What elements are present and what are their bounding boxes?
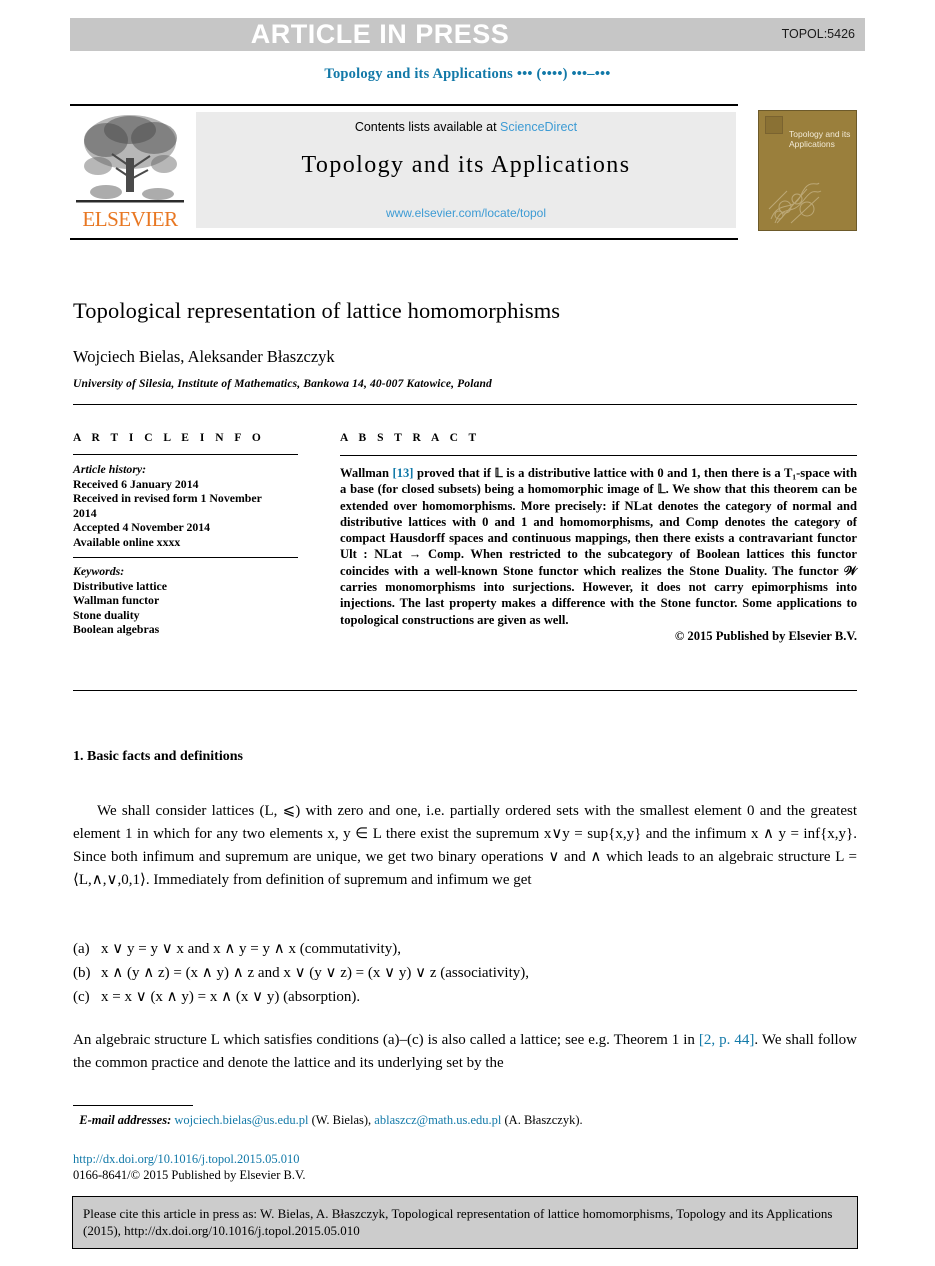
list-item-text: x ∧ (y ∧ z) = (x ∧ y) ∧ z and x ∨ (y ∨ z… [101, 965, 529, 981]
keyword-item: Boolean algebras [73, 622, 160, 637]
body-paragraph-2: An algebraic structure L which satisfies… [73, 1029, 857, 1075]
abstract-text: Wallman [13] proved that if 𝕃 is a distr… [340, 465, 857, 628]
abstract-heading: A B S T R A C T [340, 432, 481, 444]
manuscript-code: TOPOL:5426 [781, 27, 855, 41]
article-info-rule [73, 454, 298, 455]
abstract-bottom-rule [73, 690, 857, 691]
abstract-text-before-ref: Wallman [340, 466, 393, 480]
keyword-item: Distributive lattice [73, 579, 168, 594]
author-list: Wojciech Bielas, Aleksander Błaszczyk [73, 347, 335, 366]
email-link-1[interactable]: wojciech.bielas@us.edu.pl [174, 1113, 308, 1127]
journal-running-head: Topology and its Applications ••• (••••)… [324, 66, 611, 82]
list-item: (c) x = x ∨ (x ∧ y) = x ∧ (x ∨ y) (absorp… [73, 985, 857, 1009]
journal-masthead: Contents lists available at ScienceDirec… [196, 112, 736, 228]
affiliation: University of Silesia, Institute of Math… [73, 378, 492, 390]
email-owner-1: (W. Bielas), [308, 1113, 375, 1127]
list-item-text: x = x ∨ (x ∧ y) = x ∧ (x ∨ y) (absorptio… [101, 989, 361, 1005]
body-citation-link[interactable]: [2, p. 44] [699, 1032, 755, 1048]
abstract-column: A B S T R A C T Wallman [13] proved that… [340, 432, 857, 644]
masthead-bottom-rule [70, 238, 738, 240]
list-item: (b) x ∧ (y ∧ z) = (x ∧ y) ∧ z and x ∨ (y … [73, 961, 857, 985]
list-item-label: (a) [73, 941, 90, 957]
cover-artwork [768, 182, 822, 224]
journal-title: Topology and its Applications [301, 152, 631, 178]
article-history-item: Available online xxxx [73, 534, 181, 549]
email-link-2[interactable]: ablaszcz@math.us.edu.pl [374, 1113, 501, 1127]
keyword-item: Stone duality [73, 607, 140, 622]
page-title: Topological representation of lattice ho… [73, 298, 561, 323]
article-info-heading: A R T I C L E I N F O [73, 432, 265, 444]
footnote-emails: E-mail addresses: wojciech.bielas@us.edu… [73, 1113, 857, 1128]
masthead-top-rule [70, 104, 738, 106]
email-addresses-label: E-mail addresses: [79, 1113, 172, 1127]
contents-prefix: Contents lists available at [354, 120, 501, 134]
footnote-rule [73, 1105, 193, 1106]
body-paragraph-1: We shall consider lattices (L, ⩽) with z… [73, 800, 857, 892]
abstract-text-after-ref: proved that if 𝕃 is a distributive latti… [340, 466, 857, 627]
cite-this-article-box: Please cite this article in press as: W.… [72, 1196, 858, 1249]
keyword-item: Wallman functor [73, 593, 160, 608]
cover-journal-title: Topology and its Applications [789, 129, 851, 149]
journal-url-link[interactable]: www.elsevier.com/locate/topol [196, 206, 736, 220]
list-item-label: (c) [73, 989, 90, 1005]
doi-link[interactable]: http://dx.doi.org/10.1016/j.topol.2015.0… [73, 1152, 300, 1167]
journal-cover-thumbnail: Topology and its Applications [758, 110, 857, 231]
article-in-press-label: ARTICLE IN PRESS [250, 19, 510, 49]
abstract-rule [340, 455, 857, 456]
section-heading: 1. Basic facts and definitions [73, 749, 243, 764]
issn-copyright-line: 0166-8641/© 2015 Published by Elsevier B… [73, 1168, 306, 1182]
abstract-copyright: © 2015 Published by Elsevier B.V. [674, 628, 857, 643]
body-paragraph-2-before: An algebraic structure L which satisfies… [73, 1032, 699, 1048]
elsevier-logo: ELSEVIER [76, 110, 184, 230]
cover-elsevier-mark-icon [765, 116, 783, 134]
keywords-label: Keywords: [73, 564, 125, 579]
article-info-column: A R T I C L E I N F O Article history: R… [73, 432, 298, 637]
article-in-press-banner: ARTICLE IN PRESS TOPOL:5426 [70, 18, 865, 51]
elsevier-tree-icon [76, 115, 184, 203]
paper-page: ARTICLE IN PRESS TOPOL:5426 Topology and… [0, 0, 935, 1266]
list-item-label: (b) [73, 965, 91, 981]
list-item-text: x ∨ y = y ∨ x and x ∧ y = y ∧ x (commuta… [101, 941, 401, 957]
contents-available-line: Contents lists available at ScienceDirec… [196, 120, 736, 134]
article-history-label: Article history: [73, 462, 147, 476]
article-history-item: Received 6 January 2014 [73, 477, 199, 491]
article-history-item: Accepted 4 November 2014 [73, 520, 211, 535]
sciencedirect-link[interactable]: ScienceDirect [500, 120, 577, 134]
enumerated-list: (a) x ∨ y = y ∨ x and x ∧ y = y ∧ x (comm… [73, 937, 857, 1009]
body-paragraph-1-text: We shall consider lattices (L, ⩽) with z… [73, 803, 857, 888]
article-history-item: 2014 [73, 505, 97, 520]
article-history-item: Received in revised form 1 November [73, 491, 262, 506]
email-owner-2: (A. Błaszczyk). [501, 1113, 583, 1127]
keywords-rule [73, 557, 298, 559]
list-item: (a) x ∨ y = y ∨ x and x ∧ y = y ∧ x (comm… [73, 937, 857, 961]
author-rule [73, 404, 857, 405]
abstract-citation-link[interactable]: [13] [393, 466, 414, 480]
elsevier-wordmark: ELSEVIER [82, 207, 178, 231]
